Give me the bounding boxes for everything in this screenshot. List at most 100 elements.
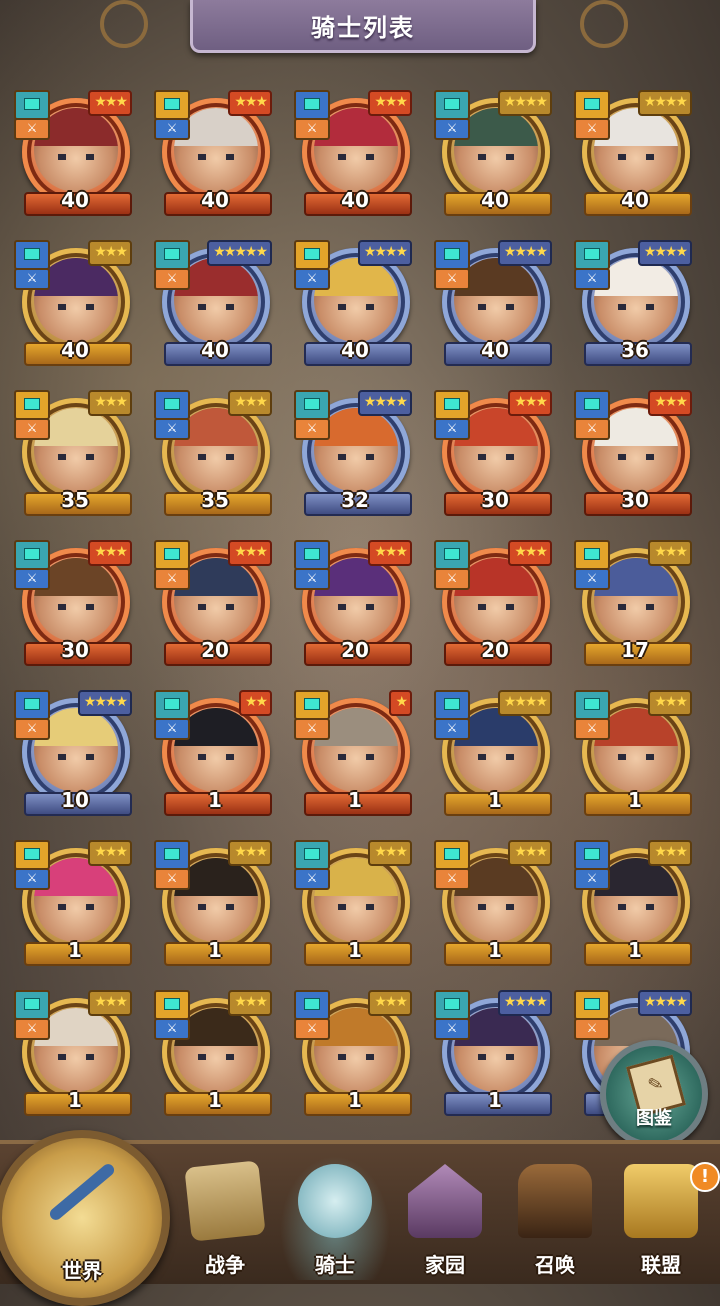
knight-card[interactable]: 1 ⚔ ★★★	[290, 838, 420, 978]
knight-level: 30	[481, 488, 509, 512]
knight-card[interactable]: 40 ⚔ ★★★★	[290, 238, 420, 378]
star-rating: ★★★★	[637, 990, 692, 1016]
knight-card[interactable]: 36 ⚔ ★★★★	[570, 238, 700, 378]
knight-card[interactable]: 30 ⚔ ★★★	[430, 388, 560, 528]
sword-icon: ⚔	[434, 868, 470, 890]
sword-icon: ⚔	[294, 268, 330, 290]
alliance-icon	[624, 1164, 698, 1238]
nav-item-home[interactable]: 家园	[390, 1156, 500, 1280]
knight-card[interactable]: 40 ⚔ ★★★★★	[150, 238, 280, 378]
knight-level: 40	[201, 188, 229, 212]
knight-card[interactable]: 35 ⚔ ★★★	[10, 388, 140, 528]
star-rating: ★★★	[88, 990, 132, 1016]
star-rating: ★★★	[88, 540, 132, 566]
sword-icon: ⚔	[434, 568, 470, 590]
knight-card[interactable]: 1 ⚔ ★★★★	[430, 988, 560, 1128]
knight-level: 1	[348, 938, 362, 962]
star-rating: ★★★★	[497, 690, 552, 716]
star-rating: ★★★	[88, 90, 132, 116]
knight-card[interactable]: 32 ⚔ ★★★★	[290, 388, 420, 528]
knight-card[interactable]: 20 ⚔ ★★★	[150, 538, 280, 678]
knight-level: 36	[621, 338, 649, 362]
sword-icon: ⚔	[154, 268, 190, 290]
class-icon	[14, 540, 50, 570]
star-rating: ★★★★	[357, 390, 412, 416]
star-rating: ★★★★	[497, 240, 552, 266]
knight-level: 1	[68, 1088, 82, 1112]
sword-icon: ⚔	[574, 1018, 610, 1040]
sword-icon: ⚔	[434, 718, 470, 740]
sword-icon: ⚔	[574, 268, 610, 290]
knight-card[interactable]: 1 ⚔ ★★★	[150, 838, 280, 978]
sword-icon: ⚔	[154, 118, 190, 140]
knight-card[interactable]: 40 ⚔ ★★★★	[570, 88, 700, 228]
class-icon	[154, 690, 190, 720]
knight-card[interactable]: 1 ⚔ ★★★	[10, 988, 140, 1128]
knight-card[interactable]: 40 ⚔ ★★★★	[430, 88, 560, 228]
star-rating: ★★★	[368, 840, 412, 866]
knight-card[interactable]: 1 ⚔ ★★★	[430, 838, 560, 978]
knight-card[interactable]: 1 ⚔ ★★★	[290, 988, 420, 1128]
class-icon	[574, 240, 610, 270]
gear-decoration	[580, 0, 628, 48]
knight-card[interactable]: 20 ⚔ ★★★	[430, 538, 560, 678]
nav-item-summon[interactable]: 召唤	[500, 1156, 610, 1280]
knight-card[interactable]: 1 ⚔ ★★	[150, 688, 280, 828]
knight-card[interactable]: 17 ⚔ ★★★	[570, 538, 700, 678]
class-icon	[574, 90, 610, 120]
knight-card[interactable]: 35 ⚔ ★★★	[150, 388, 280, 528]
sword-icon: ⚔	[294, 1018, 330, 1040]
sword-icon: ⚔	[294, 418, 330, 440]
knight-level: 20	[201, 638, 229, 662]
nav-item-knights[interactable]: 骑士	[280, 1156, 390, 1280]
nav-label-summon: 召唤	[535, 1253, 575, 1277]
codex-button[interactable]: ✎ 图鉴	[600, 1040, 708, 1148]
star-rating: ★★★	[368, 990, 412, 1016]
house-icon	[408, 1164, 482, 1238]
star-rating: ★★★★	[77, 690, 132, 716]
class-icon	[294, 240, 330, 270]
star-rating: ★★★	[228, 540, 272, 566]
star-rating: ★★★	[508, 540, 552, 566]
class-icon	[294, 390, 330, 420]
knight-card[interactable]: 40 ⚔ ★★★	[290, 88, 420, 228]
star-rating: ★★★	[228, 90, 272, 116]
class-icon	[14, 690, 50, 720]
knight-card[interactable]: 1 ⚔ ★★★	[570, 688, 700, 828]
knight-level: 35	[61, 488, 89, 512]
knight-card[interactable]: 1 ⚔ ★★★	[570, 838, 700, 978]
knight-card[interactable]: 40 ⚔ ★★★	[10, 238, 140, 378]
class-icon	[14, 390, 50, 420]
nav-item-war[interactable]: 战争	[170, 1156, 280, 1280]
knight-card[interactable]: 1 ⚔ ★★★	[10, 838, 140, 978]
knight-icon	[298, 1164, 372, 1238]
knight-card[interactable]: 10 ⚔ ★★★★	[10, 688, 140, 828]
star-rating: ★★★	[508, 390, 552, 416]
class-icon	[574, 540, 610, 570]
knight-card[interactable]: 30 ⚔ ★★★	[10, 538, 140, 678]
star-rating: ★★★	[228, 840, 272, 866]
knight-level: 20	[341, 638, 369, 662]
sword-icon: ⚔	[14, 868, 50, 890]
knight-level: 10	[61, 788, 89, 812]
class-icon	[294, 90, 330, 120]
knight-level: 40	[341, 338, 369, 362]
knight-level: 1	[628, 788, 642, 812]
knight-card[interactable]: 1 ⚔ ★★★	[150, 988, 280, 1128]
knight-card[interactable]: 40 ⚔ ★★★★	[430, 238, 560, 378]
knight-card[interactable]: 20 ⚔ ★★★	[290, 538, 420, 678]
sword-icon: ⚔	[14, 718, 50, 740]
class-icon	[154, 90, 190, 120]
star-rating: ★★	[238, 690, 272, 716]
knight-level: 1	[488, 788, 502, 812]
knight-level: 1	[348, 788, 362, 812]
knight-card[interactable]: 1 ⚔ ★★★★	[430, 688, 560, 828]
sword-icon: ⚔	[154, 418, 190, 440]
knight-card[interactable]: 40 ⚔ ★★★	[150, 88, 280, 228]
title-banner: 骑士列表	[190, 0, 536, 53]
knight-card[interactable]: 30 ⚔ ★★★	[570, 388, 700, 528]
knight-card[interactable]: 1 ⚔ ★	[290, 688, 420, 828]
nav-label-alliance: 联盟	[641, 1253, 681, 1277]
class-icon	[154, 540, 190, 570]
knight-card[interactable]: 40 ⚔ ★★★	[10, 88, 140, 228]
